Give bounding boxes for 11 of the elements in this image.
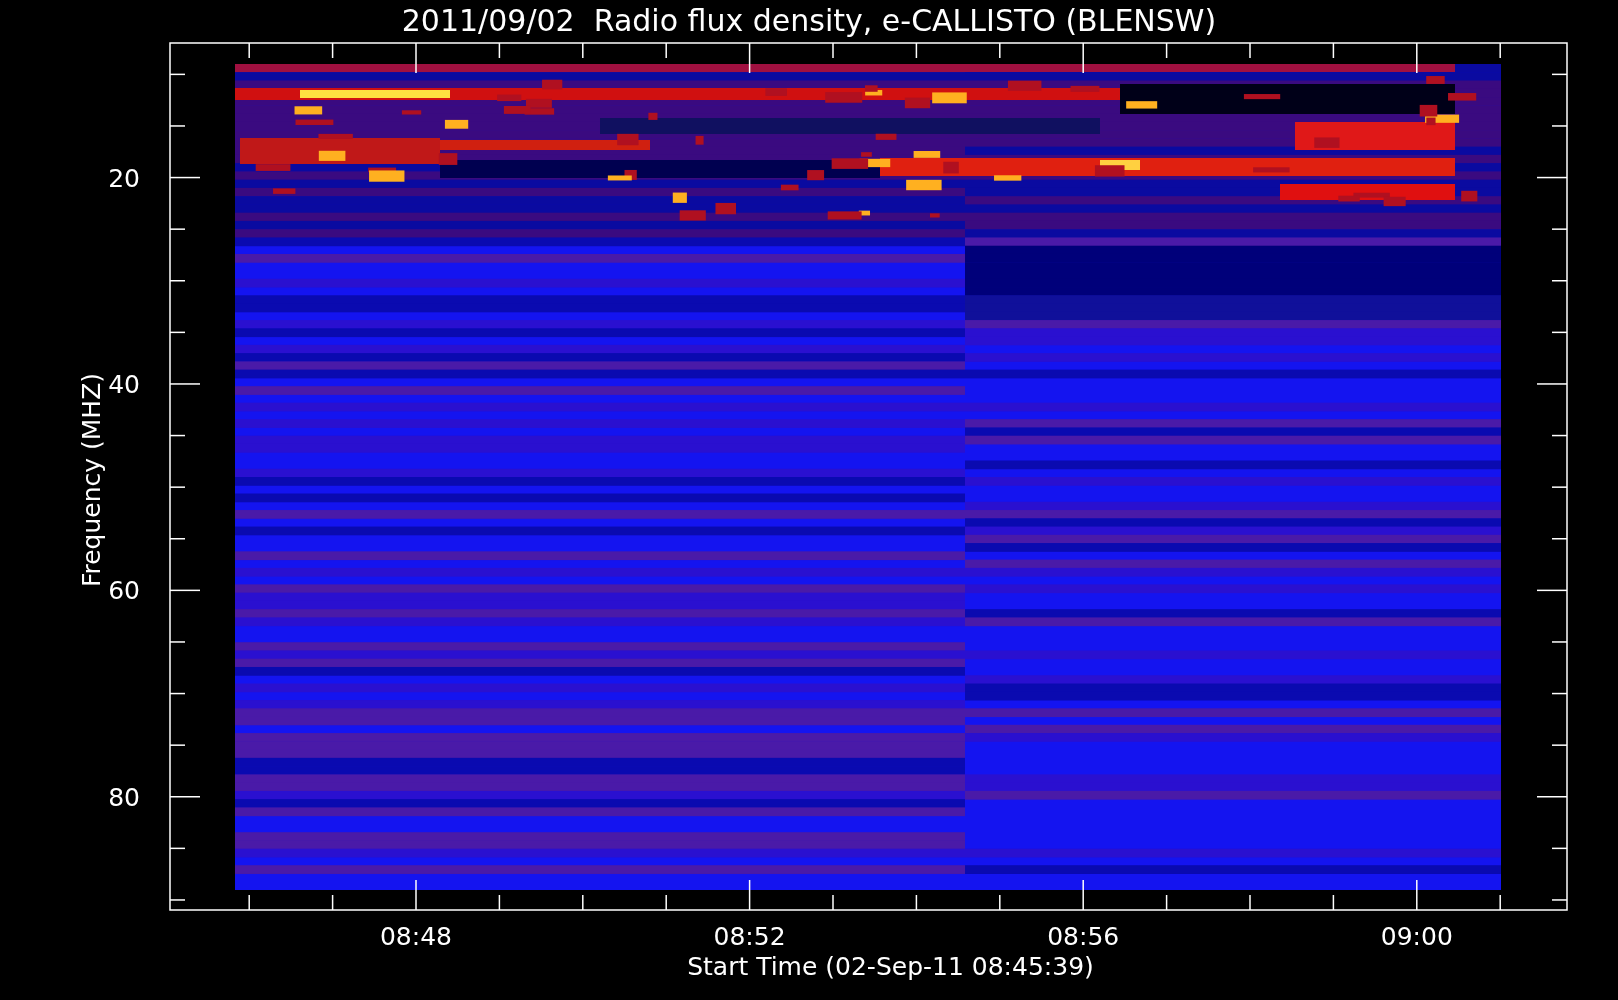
y-tick-label: 80 (108, 782, 140, 812)
y-tick-label: 20 (108, 163, 140, 193)
x-tick-label: 08:56 (1047, 922, 1120, 951)
x-tick-label: 09:00 (1380, 922, 1453, 951)
chart-title: 2011/09/02 Radio flux density, e-CALLISTO (BLENSW) (401, 2, 1217, 40)
y-axis-label: Frequency (MHZ) (77, 372, 106, 588)
x-tick-label: 08:48 (380, 922, 452, 951)
x-tick-label: 08:52 (713, 922, 786, 951)
y-tick-label: 40 (108, 369, 140, 399)
x-axis-label: Start Time (02-Sep-11 08:45:39) (687, 952, 1094, 981)
y-tick-label: 60 (108, 576, 140, 606)
